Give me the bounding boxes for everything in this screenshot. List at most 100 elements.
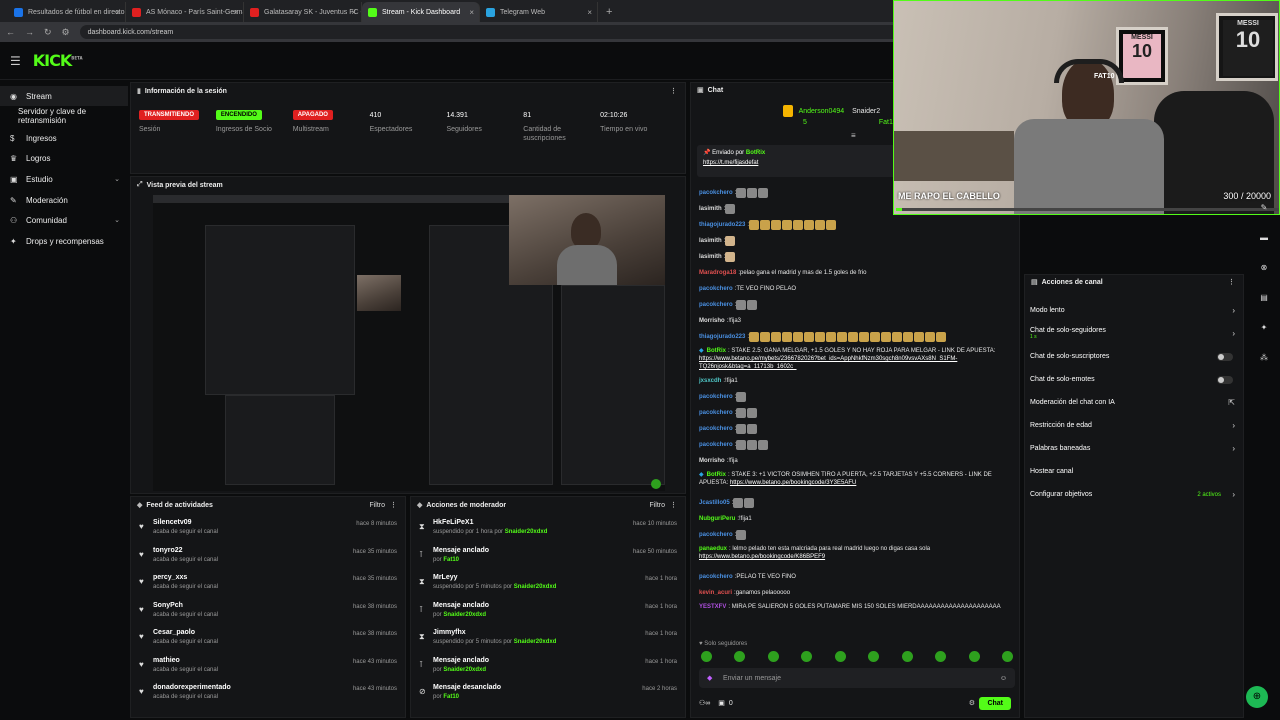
chat-message[interactable]: kevin_acuri: ganamos pelaooooo [699,585,1013,601]
chat-username[interactable]: pacokchero [699,531,733,539]
reload-icon[interactable]: ↻ [44,27,52,38]
chat-link[interactable]: https://www.betano.pe/mybets/2366782026?… [699,356,957,370]
filter-icon[interactable]: ≡ [851,131,856,140]
quick-emote-icon[interactable] [734,651,746,662]
settings-icon[interactable]: ⚙ [969,699,975,707]
channel-action-row[interactable]: Modo lento › [1025,299,1243,322]
channel-action-row[interactable]: Chat de solo-emotes [1025,368,1243,391]
chat-message[interactable]: jxsxcdh: !fija1 [699,373,1013,389]
sidebar-item[interactable]: ✎ Moderación [0,190,128,210]
chat-username[interactable]: pacokchero [699,393,733,401]
feed-row[interactable]: ♥ SonyPch acaba de seguir el canal hace 38 … [131,596,405,624]
feed-username[interactable]: percy_xxs [153,574,218,581]
chat-message[interactable]: thiagojurado223: [699,217,1013,233]
new-tab-icon[interactable]: + [606,6,612,18]
rail-list-icon[interactable]: ▤ [1256,290,1272,306]
top-user-2[interactable]: Snaider2 [852,108,880,115]
browser-tab[interactable]: Stream - Kick Dashboard × [362,2,480,22]
pinned-link[interactable]: https://t.me/fijasdefat [703,160,758,166]
sidebar-item[interactable]: $ Ingresos [0,128,128,148]
mod-action-by[interactable]: Snaider20xdxd [514,584,557,590]
mod-action-title[interactable]: MrLeyy [433,574,556,581]
close-tab-icon[interactable]: × [587,8,592,17]
channel-action-row[interactable]: Moderación del chat con IA ⇱ [1025,391,1243,414]
top-user-1[interactable]: Anderson0494 [799,108,845,115]
more-options-icon[interactable]: ⋮ [670,87,677,95]
chat-username[interactable]: thiagojurado223 [699,221,745,229]
rail-wrench-icon[interactable]: ✦ [1256,320,1272,336]
chat-username[interactable]: pacokchero [699,285,733,293]
mod-action-title[interactable]: Mensaje anclado [433,602,489,609]
chat-message[interactable]: pacokchero: PELAO TE VEO FINO [699,569,1013,585]
quick-emote-icon[interactable] [901,651,913,662]
chat-message[interactable]: lasimith: [699,249,1013,265]
quick-emote-icon[interactable] [701,651,712,662]
chat-username[interactable]: thiagojurado223 [699,333,745,341]
mod-action-row[interactable]: ⧗ MrLeyy suspendido por 5 minutos por Snai… [411,568,685,596]
chat-message[interactable]: pacokchero: [699,527,1013,543]
feed-username[interactable]: Cesar_paolo [153,629,218,636]
chat-username[interactable]: kevin_acuri [699,589,732,597]
chat-message[interactable]: NubguriPeru: !fija1 [699,511,1013,527]
chat-username[interactable]: Maradroga18 [699,269,736,277]
browser-tab[interactable]: Resultados de fútbol en directo × [8,2,126,22]
chat-message[interactable]: pacokchero: [699,405,1013,421]
mod-filter-button[interactable]: Filtro [649,502,665,509]
users-icon[interactable]: ⚇∞ [699,699,710,707]
sidebar-item[interactable]: ▣ Estudio ⌄ [0,169,128,189]
mod-action-row[interactable]: ⊺ Mensaje anclado por Snaider20xdxd hace 1 … [411,596,685,624]
chat-username[interactable]: pacokchero [699,189,733,197]
close-tab-icon[interactable]: × [351,8,356,17]
kick-logo[interactable]: KICKBETA [33,51,83,70]
chat-message[interactable]: ◆ BotRix: STAKE 3: +1 VICTOR OSIMHEN TIRO… [699,469,1013,495]
mod-action-by[interactable]: Snaider20xdxd [505,529,548,535]
mod-action-by[interactable]: Snaider20xdxd [443,667,486,673]
mod-action-by[interactable]: Snaider20xdxd [443,612,486,618]
feed-row[interactable]: ♥ donadorexperimentado acaba de seguir el … [131,678,405,706]
mod-action-row[interactable]: ⧗ HkFeLiPeX1 suspendido por 1 hora por Sna… [411,513,685,541]
forward-icon[interactable]: → [25,27,34,37]
chat-username[interactable]: NubguriPeru [699,515,735,523]
chat-link[interactable]: https://www.betano.pe/bookingcode/K86BPE… [699,554,825,560]
quick-emote-icon[interactable] [801,651,813,662]
quick-emote-icon[interactable] [935,651,947,662]
channel-action-row[interactable]: Restricción de edad › [1025,414,1243,437]
browser-tab[interactable]: Telegram Web × [480,2,598,22]
channel-action-row[interactable]: Palabras baneadas › [1025,437,1243,460]
feed-row[interactable]: ♥ mathieo acaba de seguir el canal hace 43 … [131,651,405,679]
feed-row[interactable]: ♥ Cesar_paolo acaba de seguir el canal hace… [131,623,405,651]
chat-username[interactable]: Morrisho [699,317,725,325]
chat-username[interactable]: BotRix [707,348,726,354]
sidebar-item[interactable]: ⚇ Comunidad ⌄ [0,210,128,230]
chat-link[interactable]: https://www.betano.pe/bookingcode/3Y3E5A… [730,480,856,486]
mod-action-by[interactable]: Snaider20xdxd [514,639,557,645]
mod-action-by[interactable]: Fat10 [443,557,459,563]
sidebar-item[interactable]: ♛ Logros [0,148,128,168]
browser-tab[interactable]: AS Mónaco - París Saint-Germain × [126,2,244,22]
close-tab-icon[interactable]: × [233,8,238,17]
chat-username[interactable]: lasimith [699,253,722,261]
chat-message[interactable]: pacokchero: [699,297,1013,313]
chat-username[interactable]: panaedux [699,546,727,552]
sidebar-item[interactable]: ✦ Drops y recompensas [0,231,128,251]
emoji-icon[interactable]: ☺ [1000,675,1007,682]
rail-share-icon[interactable]: ⁂ [1256,350,1272,366]
chat-message[interactable]: pacokchero: [699,421,1013,437]
channel-action-row[interactable]: Chat de solo-seguidores 1 s › [1025,322,1243,345]
mod-action-row[interactable]: ⧗ Jimmyfhx suspendido por 5 minutos por Sn… [411,623,685,651]
toggle-switch[interactable] [1217,375,1233,384]
close-tab-icon[interactable]: × [115,8,120,17]
channel-action-row[interactable]: Chat de solo-suscriptores [1025,345,1243,368]
gift-icon[interactable]: ▣ [718,699,725,707]
chat-username[interactable]: lasimith [699,205,722,213]
chat-username[interactable]: YESTXFV [699,604,726,610]
chat-username[interactable]: pacokchero [699,425,733,433]
close-tab-icon[interactable]: × [469,8,474,17]
channel-action-row[interactable]: Configurar objetivos 2 activos › [1025,483,1243,506]
quick-emote-icon[interactable] [834,651,846,662]
browser-tab[interactable]: Galatasaray SK - Juventus FC C × [244,2,362,22]
mod-action-title[interactable]: Mensaje anclado [433,547,489,554]
chat-message[interactable]: pacokchero: [699,389,1013,405]
chat-username[interactable]: Jcastillo05 [699,499,730,507]
site-info-icon[interactable]: ⚙ [62,27,70,38]
